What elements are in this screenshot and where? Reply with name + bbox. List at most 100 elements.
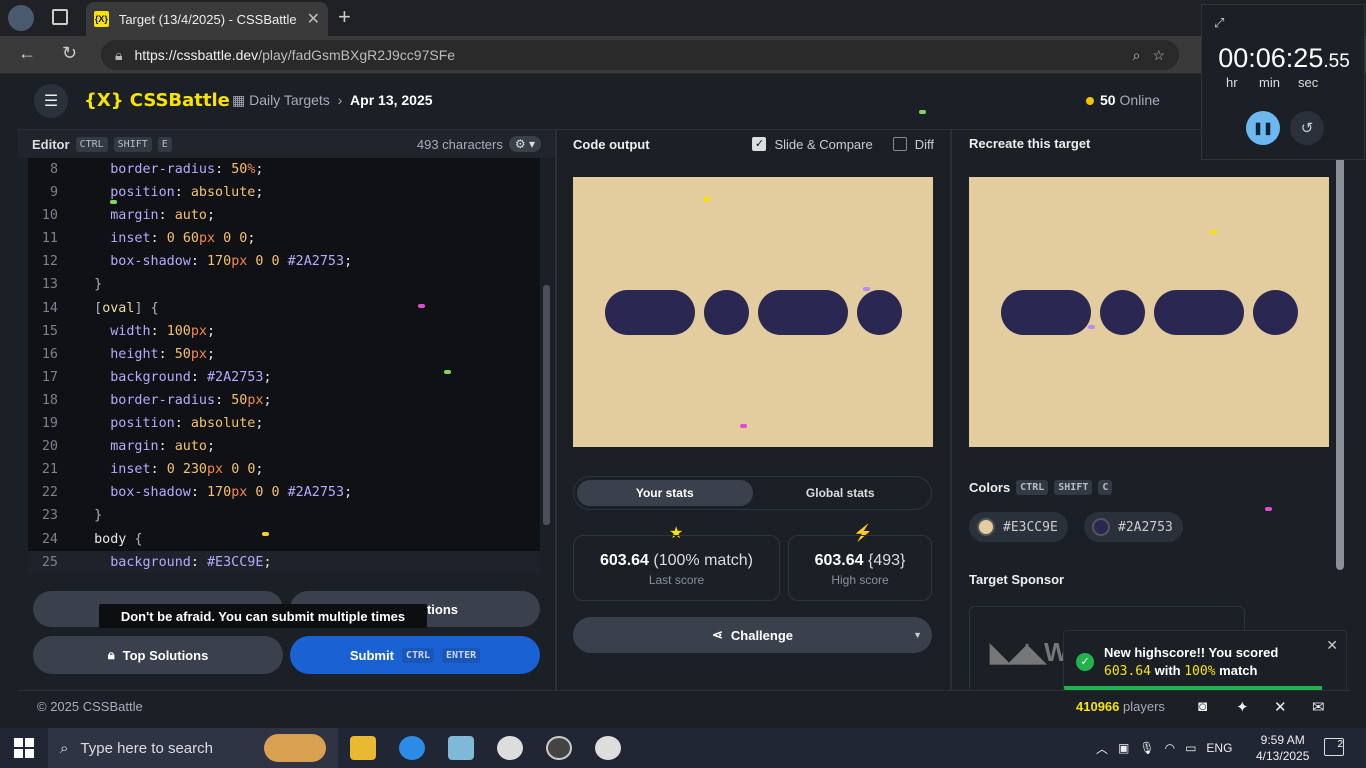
code-line[interactable]: 18 border-radius: 50px;	[28, 389, 540, 412]
code-line[interactable]: 8 border-radius: 50%;	[28, 158, 540, 181]
timer-unit-min: min	[1259, 75, 1280, 90]
code-line[interactable]: 15 width: 100px;	[28, 320, 540, 343]
app-icon-2[interactable]	[595, 736, 621, 760]
zoom-icon[interactable]: ⌕	[1133, 47, 1141, 64]
target-canvas[interactable]	[969, 177, 1329, 447]
taskbar-clock[interactable]: 9:59 AM 4/13/2025	[1256, 732, 1309, 764]
browser-tab[interactable]: {X} Target (13/4/2025) - CSSBattle ✕	[86, 2, 328, 36]
close-tab-icon[interactable]: ✕	[307, 9, 320, 29]
tab-title: Target (13/4/2025) - CSSBattle	[118, 11, 297, 27]
obs-icon[interactable]	[546, 736, 572, 760]
toast-line1: New highscore!! You scored	[1104, 645, 1279, 660]
colors-title: Colors	[969, 480, 1011, 495]
code-text: border-radius: 50%;	[110, 162, 264, 177]
x-icon[interactable]: ✕	[1274, 698, 1287, 716]
highscore-toast: ✓ New highscore!! You scored 603.64 with…	[1063, 630, 1347, 692]
code-line[interactable]: 23 }	[28, 504, 540, 527]
online-label: Online	[1119, 92, 1160, 108]
language-indicator[interactable]: ENG	[1206, 741, 1232, 755]
menu-button[interactable]: ☰	[34, 84, 68, 118]
tab-global-stats[interactable]: Global stats	[753, 480, 929, 506]
color-swatch	[977, 518, 995, 536]
page-scrollbar[interactable]	[1336, 130, 1346, 690]
reset-button[interactable]: ↺	[1290, 111, 1324, 145]
target-circle-1	[1100, 290, 1145, 335]
players-count: 410966	[1076, 699, 1120, 714]
code-line[interactable]: 20 margin: auto;	[28, 435, 540, 458]
app-icon[interactable]	[448, 736, 474, 760]
microphone-icon[interactable]: 🎙︎	[1139, 741, 1154, 755]
code-line[interactable]: 25 background: #E3CC9E;	[28, 550, 540, 573]
breadcrumb-daily-targets[interactable]: Daily Targets	[249, 92, 330, 108]
tab-actions-icon[interactable]	[52, 9, 68, 25]
code-line[interactable]: 14 [oval] {	[28, 297, 540, 320]
code-editor[interactable]: 8 border-radius: 50%; 9 position: absolut…	[28, 158, 540, 573]
bluesky-icon[interactable]: ✦	[1236, 698, 1249, 716]
pause-button[interactable]: ❚❚	[1246, 111, 1280, 145]
stats-tabs: Your stats Global stats	[573, 476, 932, 510]
notification-count: 2	[1337, 739, 1343, 750]
cssbattle-logo[interactable]: {X} CSSBattle	[84, 90, 230, 111]
code-line[interactable]: 22 box-shadow: 170px 0 0 #2A2753;	[28, 481, 540, 504]
code-line[interactable]: 10 margin: auto;	[28, 204, 540, 227]
slide-compare-checkbox[interactable]: ✓	[752, 137, 767, 151]
code-line[interactable]: 24 body {	[28, 528, 540, 551]
color-chip-shape[interactable]: #2A2753	[1084, 512, 1183, 542]
chevron-up-icon[interactable]: ︿	[1096, 740, 1108, 757]
security-icon[interactable]: ▣	[1118, 741, 1129, 755]
editor-scrollbar[interactable]	[541, 165, 551, 565]
code-line[interactable]: 13 }	[28, 273, 540, 296]
calendar-icon: ▦	[232, 92, 246, 108]
profile-avatar[interactable]	[8, 5, 34, 31]
toast-score: 603.64	[1104, 664, 1151, 679]
toast-match: 100%	[1184, 664, 1216, 679]
url-field[interactable]: 🔒︎ https://cssbattle.dev/play/fadGsmBXgR…	[101, 40, 1179, 70]
wifi-icon[interactable]: ◠	[1165, 741, 1175, 755]
top-solutions-button[interactable]: 🔒︎ Top Solutions	[33, 636, 283, 674]
clock-time: 9:59 AM	[1260, 733, 1305, 747]
file-explorer-icon[interactable]	[350, 736, 376, 760]
diff-label[interactable]: Diff	[915, 137, 934, 152]
back-icon[interactable]: ←	[18, 43, 36, 64]
discord-icon[interactable]: ◙	[1198, 698, 1207, 715]
battery-icon[interactable]: ▭	[1185, 741, 1196, 755]
slide-compare-label[interactable]: Slide & Compare	[774, 137, 872, 152]
favorite-star-icon[interactable]: ☆	[1152, 47, 1165, 64]
edge-icon[interactable]	[399, 736, 425, 760]
color-chip-bg[interactable]: #E3CC9E	[969, 512, 1068, 542]
tab-your-stats[interactable]: Your stats	[577, 480, 753, 506]
diff-checkbox[interactable]	[892, 137, 907, 151]
code-line[interactable]: 16 height: 50px;	[28, 343, 540, 366]
code-line[interactable]: 19 position: absolute;	[28, 412, 540, 435]
code-line[interactable]: 12 box-shadow: 170px 0 0 #2A2753;	[28, 250, 540, 273]
challenge-label: Challenge	[730, 627, 794, 643]
code-line[interactable]: 9 position: absolute;	[28, 181, 540, 204]
chatgpt-icon[interactable]	[497, 736, 523, 760]
code-line[interactable]: 21 inset: 0 230px 0 0;	[28, 458, 540, 481]
editor-scroll-thumb[interactable]	[543, 285, 550, 525]
taskbar-search[interactable]: ⌕ Type here to search	[48, 728, 338, 768]
code-line[interactable]: 11 inset: 0 60px 0 0;	[28, 227, 540, 250]
submit-button[interactable]: Submit CTRL ENTER	[290, 636, 540, 674]
reload-icon[interactable]: ↻	[62, 43, 77, 64]
pane-divider[interactable]	[950, 130, 952, 690]
colors-header: Colors CTRL SHIFT C	[969, 480, 1113, 495]
editor-settings-gear-icon[interactable]: ⚙ ▾	[508, 136, 541, 152]
chevron-down-icon[interactable]: ▼	[913, 630, 922, 640]
output-oval-2	[758, 290, 848, 335]
new-tab-icon[interactable]: +	[338, 4, 351, 30]
pane-divider[interactable]	[555, 130, 557, 690]
challenge-button[interactable]: ⋖ Challenge ▼	[573, 617, 932, 653]
windows-start-icon[interactable]	[14, 738, 34, 758]
target-title: Recreate this target	[969, 136, 1091, 151]
mail-icon[interactable]: ✉	[1312, 698, 1325, 716]
line-number: 15	[41, 323, 58, 339]
code-output-canvas[interactable]	[573, 177, 933, 447]
code-text: inset: 0 230px 0 0;	[110, 462, 264, 478]
expand-icon[interactable]: ⤢	[1214, 15, 1224, 31]
high-score-card: 603.64 {493} High score	[788, 535, 932, 601]
notification-icon[interactable]: 2	[1324, 738, 1344, 756]
line-number: 9	[49, 185, 58, 201]
page-scroll-thumb[interactable]	[1336, 140, 1344, 570]
code-line[interactable]: 17 background: #2A2753;	[28, 366, 540, 389]
